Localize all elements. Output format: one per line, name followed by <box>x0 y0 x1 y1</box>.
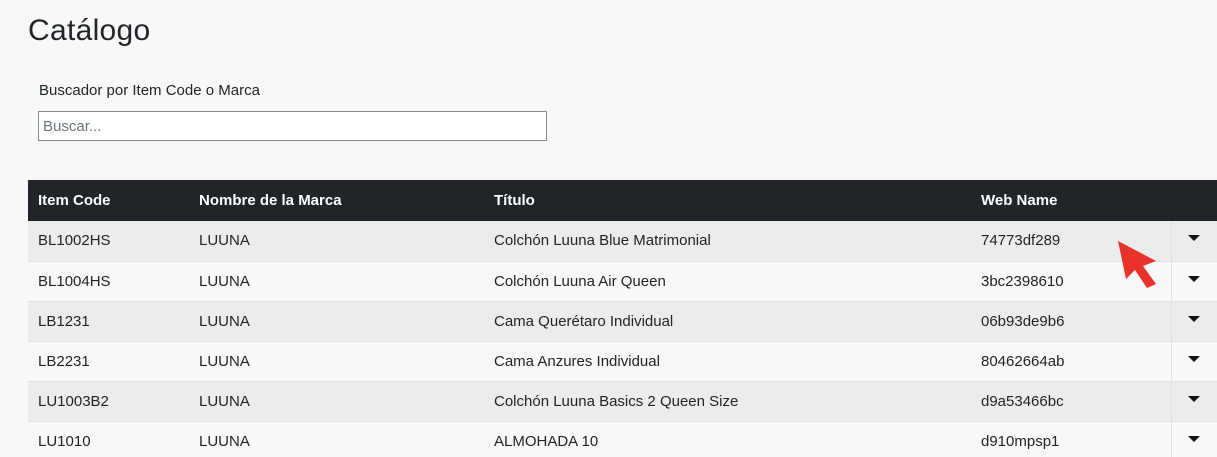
caret-down-icon[interactable] <box>1188 315 1201 322</box>
table-row[interactable]: BL1002HS LUUNA Colchón Luuna Blue Matrim… <box>28 221 1217 262</box>
cell-brand: LUUNA <box>189 221 484 262</box>
cell-action <box>1171 221 1217 262</box>
cell-item-code: BL1002HS <box>28 221 189 262</box>
catalog-table: Item Code Nombre de la Marca Título Web … <box>28 180 1217 457</box>
header-web-name[interactable]: Web Name <box>971 180 1171 221</box>
cell-item-code: LU1003B2 <box>28 381 189 422</box>
table-row[interactable]: LU1003B2 LUUNA Colchón Luuna Basics 2 Qu… <box>28 381 1217 422</box>
header-title[interactable]: Título <box>484 180 971 221</box>
cell-title: ALMOHADA 10 <box>484 421 971 457</box>
header-brand-name[interactable]: Nombre de la Marca <box>189 180 484 221</box>
cell-item-code: LB1231 <box>28 301 189 342</box>
cell-action <box>1171 421 1217 457</box>
cell-title: Colchón Luuna Blue Matrimonial <box>484 221 971 262</box>
cell-item-code: LB2231 <box>28 341 189 382</box>
caret-down-icon[interactable] <box>1188 435 1201 442</box>
caret-down-icon[interactable] <box>1188 355 1201 362</box>
cell-item-code: BL1004HS <box>28 261 189 302</box>
caret-down-icon[interactable] <box>1188 235 1201 242</box>
search-label: Buscador por Item Code o Marca <box>39 82 260 99</box>
cell-brand: LUUNA <box>189 341 484 382</box>
cell-title: Cama Querétaro Individual <box>484 301 971 342</box>
cell-action <box>1171 341 1217 382</box>
cell-action <box>1171 301 1217 342</box>
catalog-table-container: Item Code Nombre de la Marca Título Web … <box>28 180 1217 457</box>
cell-action <box>1171 381 1217 422</box>
cell-item-code: LU1010 <box>28 421 189 457</box>
table-row[interactable]: LU1010 LUUNA ALMOHADA 10 d910mpsp1 <box>28 421 1217 457</box>
header-actions <box>1171 180 1217 221</box>
table-row[interactable]: BL1004HS LUUNA Colchón Luuna Air Queen 3… <box>28 261 1217 302</box>
mouse-cursor-icon <box>1118 241 1156 288</box>
cell-brand: LUUNA <box>189 381 484 422</box>
cell-web-name: d9a53466bc <box>971 381 1172 422</box>
cell-action <box>1171 261 1217 302</box>
cell-web-name: 06b93de9b6 <box>971 301 1172 342</box>
table-header-row: Item Code Nombre de la Marca Título Web … <box>28 180 1217 221</box>
table-row[interactable]: LB2231 LUUNA Cama Anzures Individual 804… <box>28 341 1217 382</box>
page-title: Catálogo <box>28 14 151 47</box>
search-input[interactable] <box>38 111 547 141</box>
header-item-code[interactable]: Item Code <box>28 180 189 221</box>
caret-down-icon[interactable] <box>1188 275 1201 282</box>
cell-brand: LUUNA <box>189 261 484 302</box>
cell-title: Colchón Luuna Basics 2 Queen Size <box>484 381 971 422</box>
cell-title: Cama Anzures Individual <box>484 341 971 382</box>
cell-web-name: d910mpsp1 <box>971 421 1172 457</box>
cell-title: Colchón Luuna Air Queen <box>484 261 971 302</box>
caret-down-icon[interactable] <box>1188 395 1201 402</box>
cell-brand: LUUNA <box>189 301 484 342</box>
cell-web-name: 80462664ab <box>971 341 1172 382</box>
cell-brand: LUUNA <box>189 421 484 457</box>
table-row[interactable]: LB1231 LUUNA Cama Querétaro Individual 0… <box>28 301 1217 342</box>
